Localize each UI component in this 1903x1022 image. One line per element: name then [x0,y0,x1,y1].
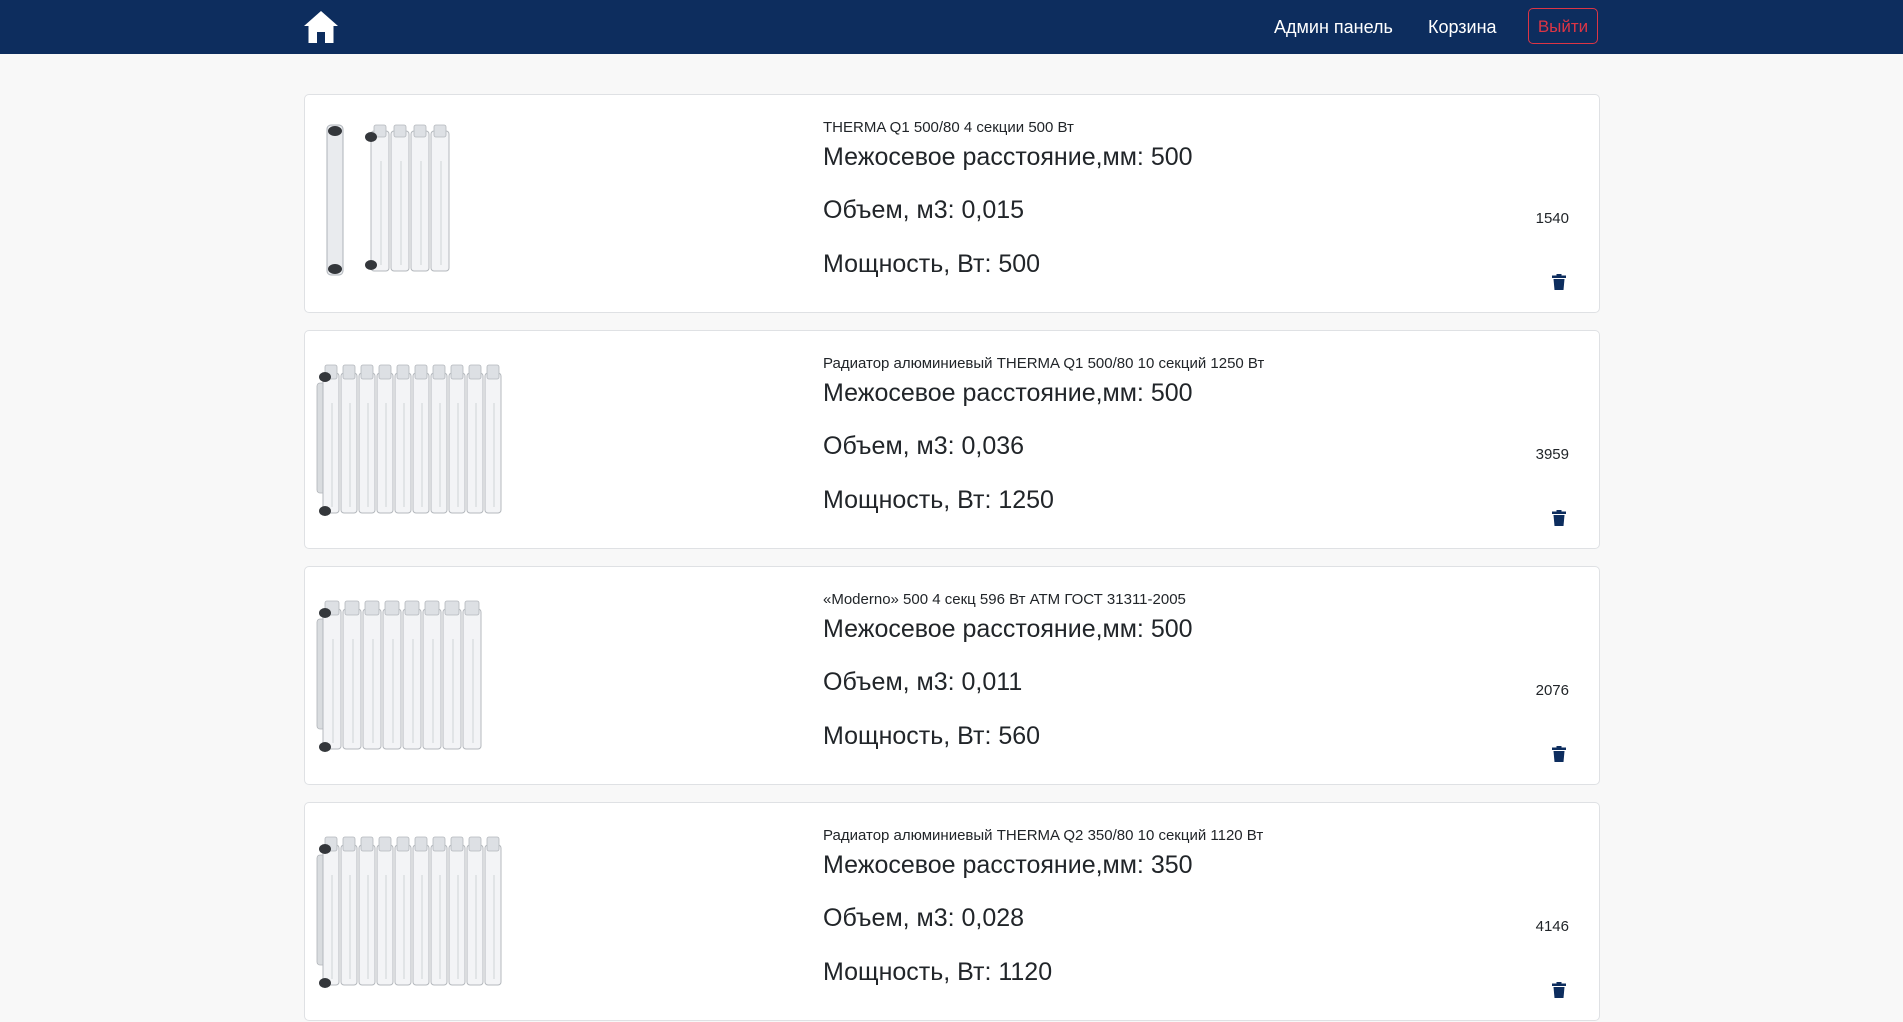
product-price: 4146 [1535,918,1569,935]
product-price: 3959 [1535,446,1569,463]
cart-link[interactable]: Корзина [1428,17,1497,37]
delete-button[interactable] [1540,501,1578,535]
product-card: THERMA Q1 500/80 4 секции 500 Вт Межосев… [304,94,1600,313]
spec-axial-distance: Межосевое расстояние,мм: 500 [823,379,1193,407]
product-price: 1540 [1535,210,1569,227]
spec-axial-distance: Межосевое расстояние,мм: 500 [823,615,1193,643]
product-title[interactable]: Радиатор алюминиевый THERMA Q1 500/80 10… [823,355,1264,373]
spec-power: Мощность, Вт: 1250 [823,486,1054,514]
product-card: Радиатор алюминиевый THERMA Q1 500/80 10… [304,330,1600,549]
product-image [316,364,502,516]
home-icon [304,11,338,43]
product-image [316,836,502,988]
trash-icon [1552,274,1566,290]
product-image [316,600,482,752]
delete-button[interactable] [1540,973,1578,1007]
product-price: 2076 [1535,682,1569,699]
product-title[interactable]: Радиатор алюминиевый THERMA Q2 350/80 10… [823,827,1263,845]
spec-volume: Объем, м3: 0,028 [823,904,1025,932]
delete-button[interactable] [1540,737,1578,771]
spec-power: Мощность, Вт: 560 [823,722,1041,750]
product-title[interactable]: THERMA Q1 500/80 4 секции 500 Вт [823,119,1074,137]
product-image [326,124,450,276]
product-card: Радиатор алюминиевый THERMA Q2 350/80 10… [304,802,1600,1021]
spec-volume: Объем, м3: 0,015 [823,196,1025,224]
spec-power: Мощность, Вт: 1120 [823,958,1053,986]
admin-panel-link[interactable]: Админ панель [1274,17,1393,37]
spec-power: Мощность, Вт: 500 [823,250,1041,278]
logout-button[interactable]: Выйти [1528,8,1598,44]
spec-axial-distance: Межосевое расстояние,мм: 350 [823,851,1193,879]
home-link[interactable] [302,9,340,45]
delete-button[interactable] [1540,265,1578,299]
product-title[interactable]: «Moderno» 500 4 секц 596 Вт АТМ ГОСТ 313… [823,591,1186,609]
spec-axial-distance: Межосевое расстояние,мм: 500 [823,143,1193,171]
trash-icon [1552,746,1566,762]
top-navbar: Админ панель Корзина Выйти [0,0,1903,54]
spec-volume: Объем, м3: 0,036 [823,432,1025,460]
trash-icon [1552,982,1566,998]
spec-volume: Объем, м3: 0,011 [823,668,1023,696]
trash-icon [1552,510,1566,526]
product-card: «Moderno» 500 4 секц 596 Вт АТМ ГОСТ 313… [304,566,1600,785]
